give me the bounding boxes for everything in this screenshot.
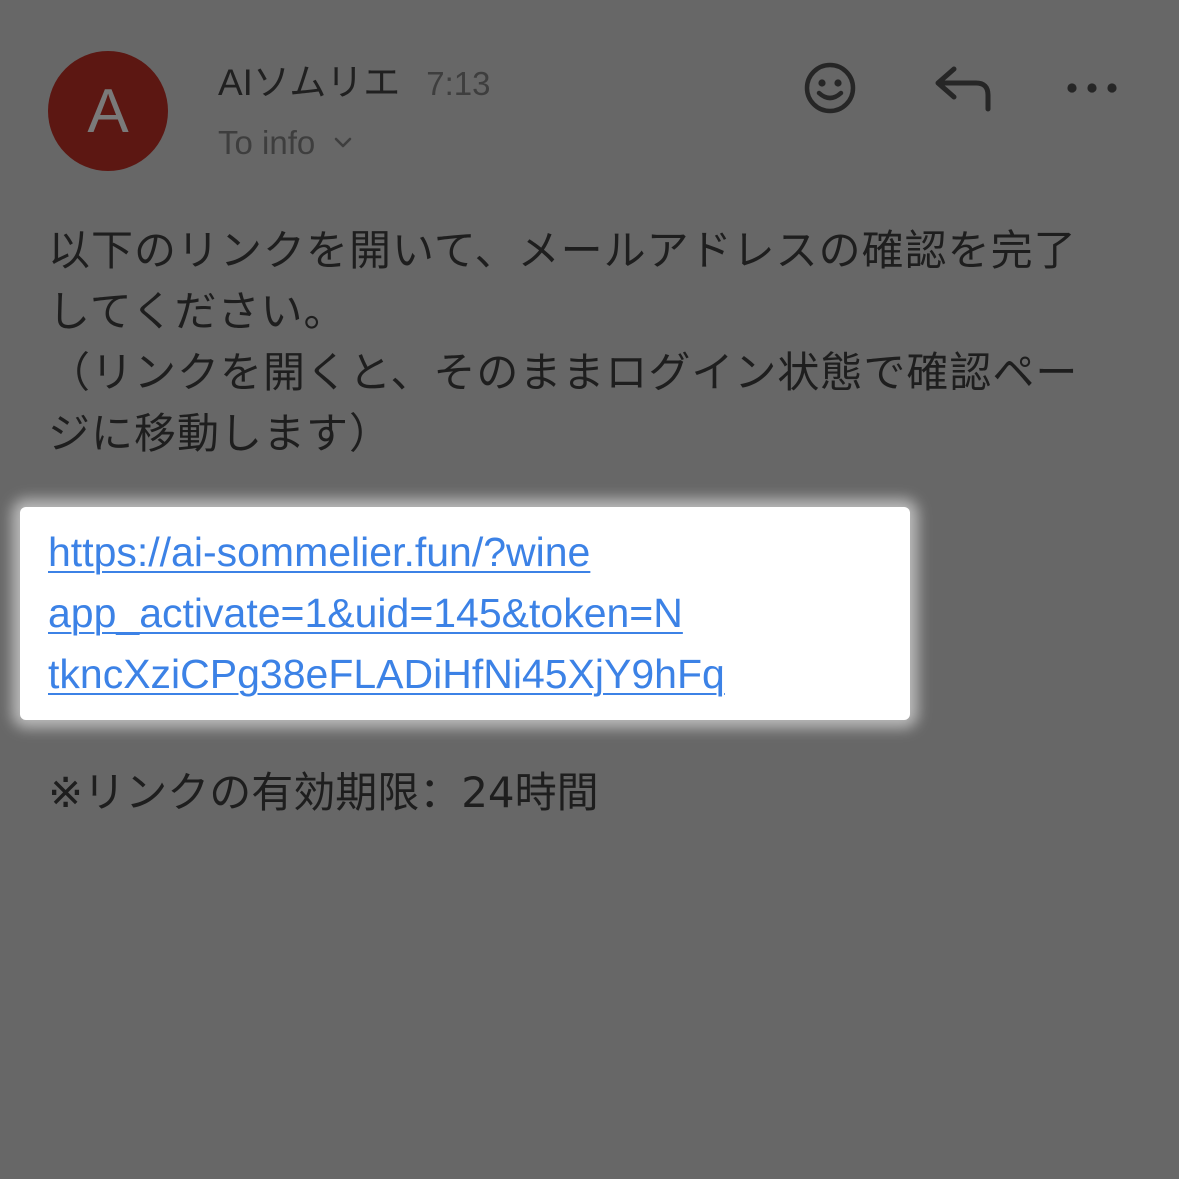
message-line: してください。 (48, 287, 347, 336)
email-view: A AIソムリエ 7:13 To info 以下のリンクを開いて、メールアドレス… (0, 0, 1179, 1179)
message-line: （リンクを開くと、そのままログイン状態で確認ペー (48, 348, 1079, 397)
reply-button[interactable] (930, 60, 996, 116)
sender-row: AIソムリエ 7:13 (218, 52, 491, 103)
message-line: ジに移動します） (48, 409, 393, 458)
smiley-icon (804, 62, 856, 114)
activation-link[interactable]: https://ai-sommelier.fun/?wine app_activ… (48, 522, 725, 705)
activation-link-line[interactable]: https://ai-sommelier.fun/?wine (48, 522, 725, 583)
more-options-button[interactable] (1060, 70, 1124, 106)
avatar-letter: A (87, 76, 129, 146)
react-emoji-button[interactable] (800, 58, 860, 118)
chevron-down-icon (334, 137, 352, 148)
message-line: 以下のリンクを開いて、メールアドレスの確認を完了 (48, 226, 1077, 275)
message-time: 7:13 (426, 65, 491, 102)
more-horizontal-icon (1067, 83, 1117, 93)
recipient-details-toggle[interactable]: To info (218, 124, 353, 162)
activation-link-line[interactable]: app_activate=1&uid=145&token=N (48, 583, 725, 644)
sender-avatar[interactable]: A (48, 51, 168, 171)
expiry-note: ※リンクの有効期限：24時間 (48, 768, 599, 817)
message-body: 以下のリンクを開いて、メールアドレスの確認を完了 してください。 （リンクを開く… (48, 220, 1138, 464)
reply-icon (935, 66, 991, 112)
recipient-label: To info (218, 124, 316, 161)
activation-link-line[interactable]: tkncXziCPg38eFLADiHfNi45XjY9hFq (48, 644, 725, 705)
sender-name[interactable]: AIソムリエ (218, 52, 400, 106)
